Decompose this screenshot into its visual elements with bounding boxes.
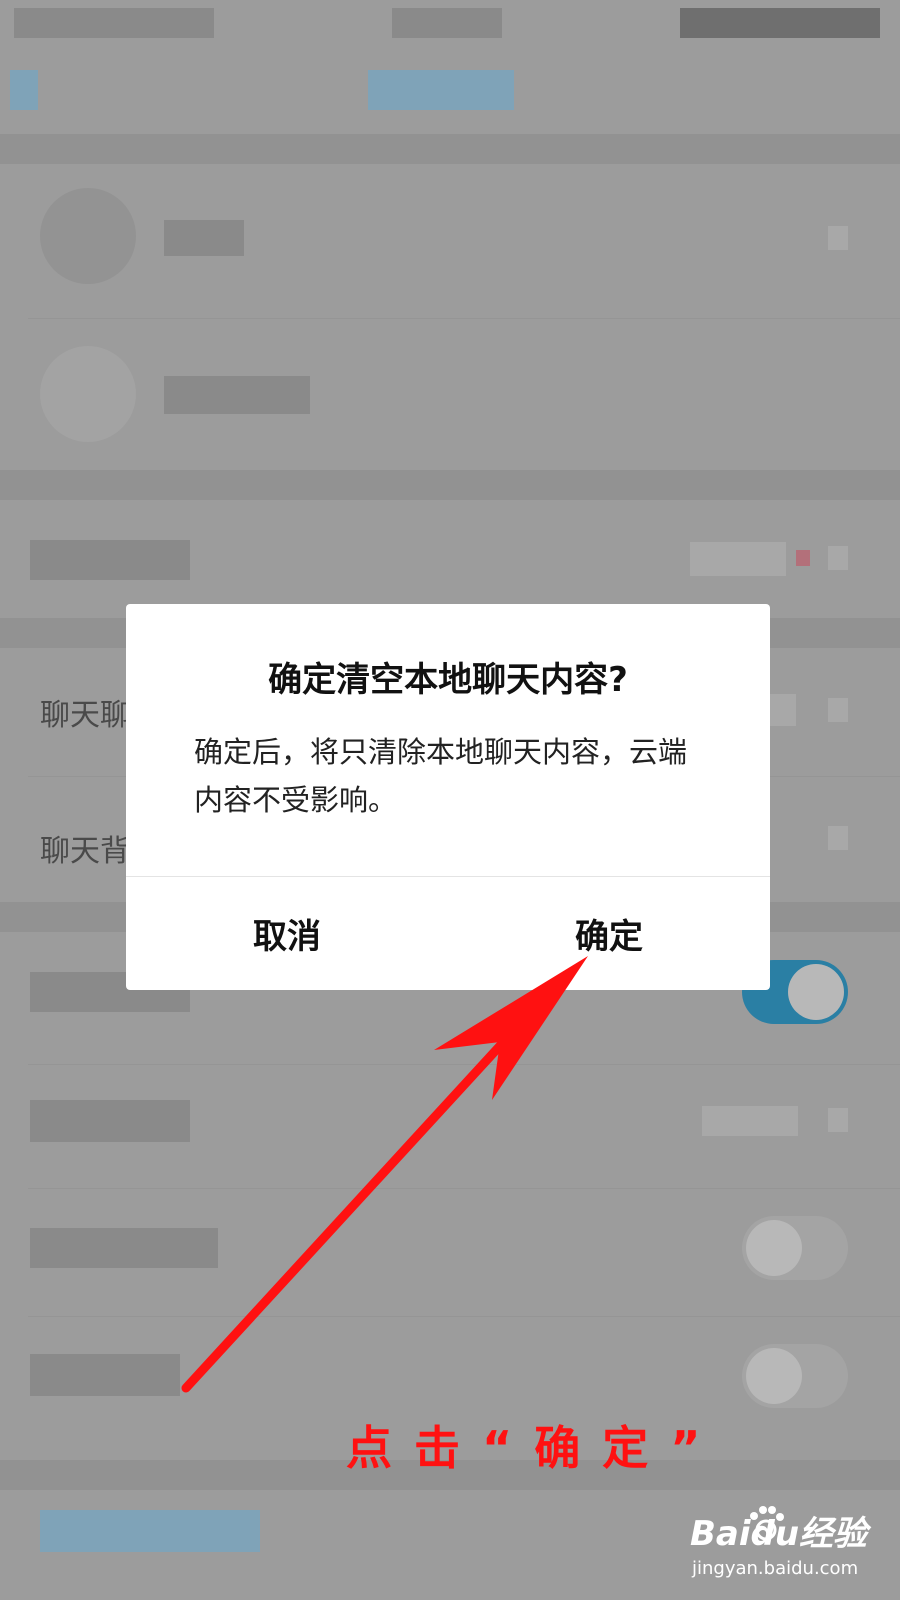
arrow-shaft xyxy=(181,1019,525,1393)
paw-icon xyxy=(750,1506,784,1541)
watermark-url: jingyan.baidu.com xyxy=(692,1558,859,1579)
annotation-arrow xyxy=(181,956,588,1393)
annotation-text: 点击“确定” xyxy=(346,1421,723,1475)
arrow-head xyxy=(434,956,588,1100)
baidu-watermark: Baidu经验 jingyan.baidu.com xyxy=(690,1506,890,1586)
